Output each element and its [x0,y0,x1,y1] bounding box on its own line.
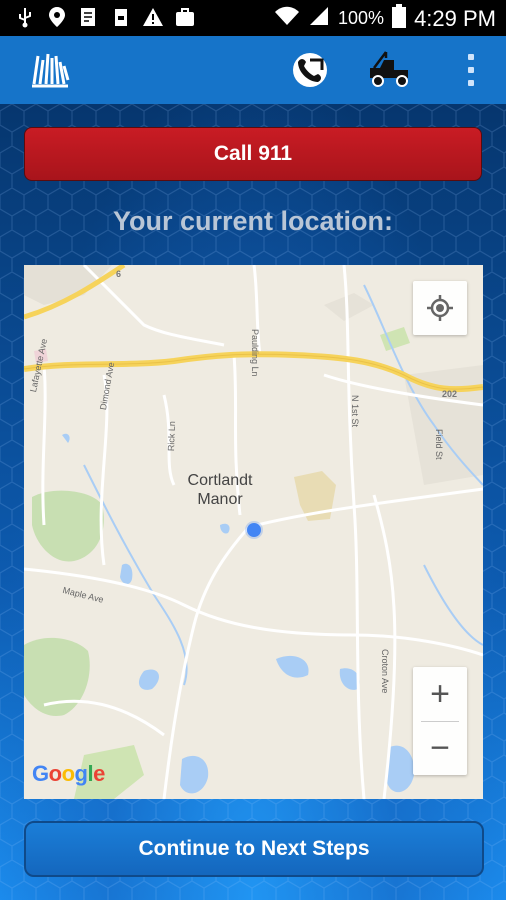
town-label-line: Cortlandt [187,472,253,489]
status-bar: 100% 4:29 PM [0,0,506,36]
current-location-dot [247,523,261,537]
location-title: Your current location: [112,206,394,236]
road-label: Rick Ln [166,421,178,452]
town-label-line: Manor [197,491,243,508]
clock: 4:29 PM [414,5,496,31]
tow-truck-icon[interactable] [366,50,410,90]
zoom-in-button[interactable]: + [413,667,467,721]
zoom-out-button[interactable]: − [413,721,467,775]
call-911-button[interactable]: Call 911 [24,127,482,181]
battery-percent: 100% [338,8,385,28]
overflow-menu-icon[interactable] [466,54,476,86]
road-label: Croton Ave [380,649,390,694]
road-label: N 1st St [350,395,360,428]
signal-icon [308,5,330,32]
google-logo: Google [32,761,105,786]
zoom-controls: + − [413,667,467,775]
storage-icon [110,6,132,28]
my-location-button[interactable] [413,281,467,335]
app-logo-icon [30,50,70,90]
usb-icon [14,6,36,28]
briefcase-icon [174,6,196,28]
road-label: Paulding Ln [250,329,260,377]
roadside-phone-icon[interactable] [288,50,332,90]
continue-next-steps-button[interactable]: Continue to Next Steps [24,821,484,877]
crosshair-icon [427,295,453,321]
battery-icon [392,4,407,33]
town-label: Cortlandt Manor [180,471,260,509]
map-view[interactable]: Lafayette Ave Dimond Ave Rick Ln Pauldin… [24,265,483,799]
app-bar [0,36,506,104]
location-icon [46,6,68,28]
road-label: Field St [434,429,444,460]
highway-shield-label: 6 [116,269,122,279]
wifi-icon [274,5,300,32]
warning-icon [142,6,164,28]
highway-shield-label: 202 [442,389,458,399]
document-icon [78,6,100,28]
